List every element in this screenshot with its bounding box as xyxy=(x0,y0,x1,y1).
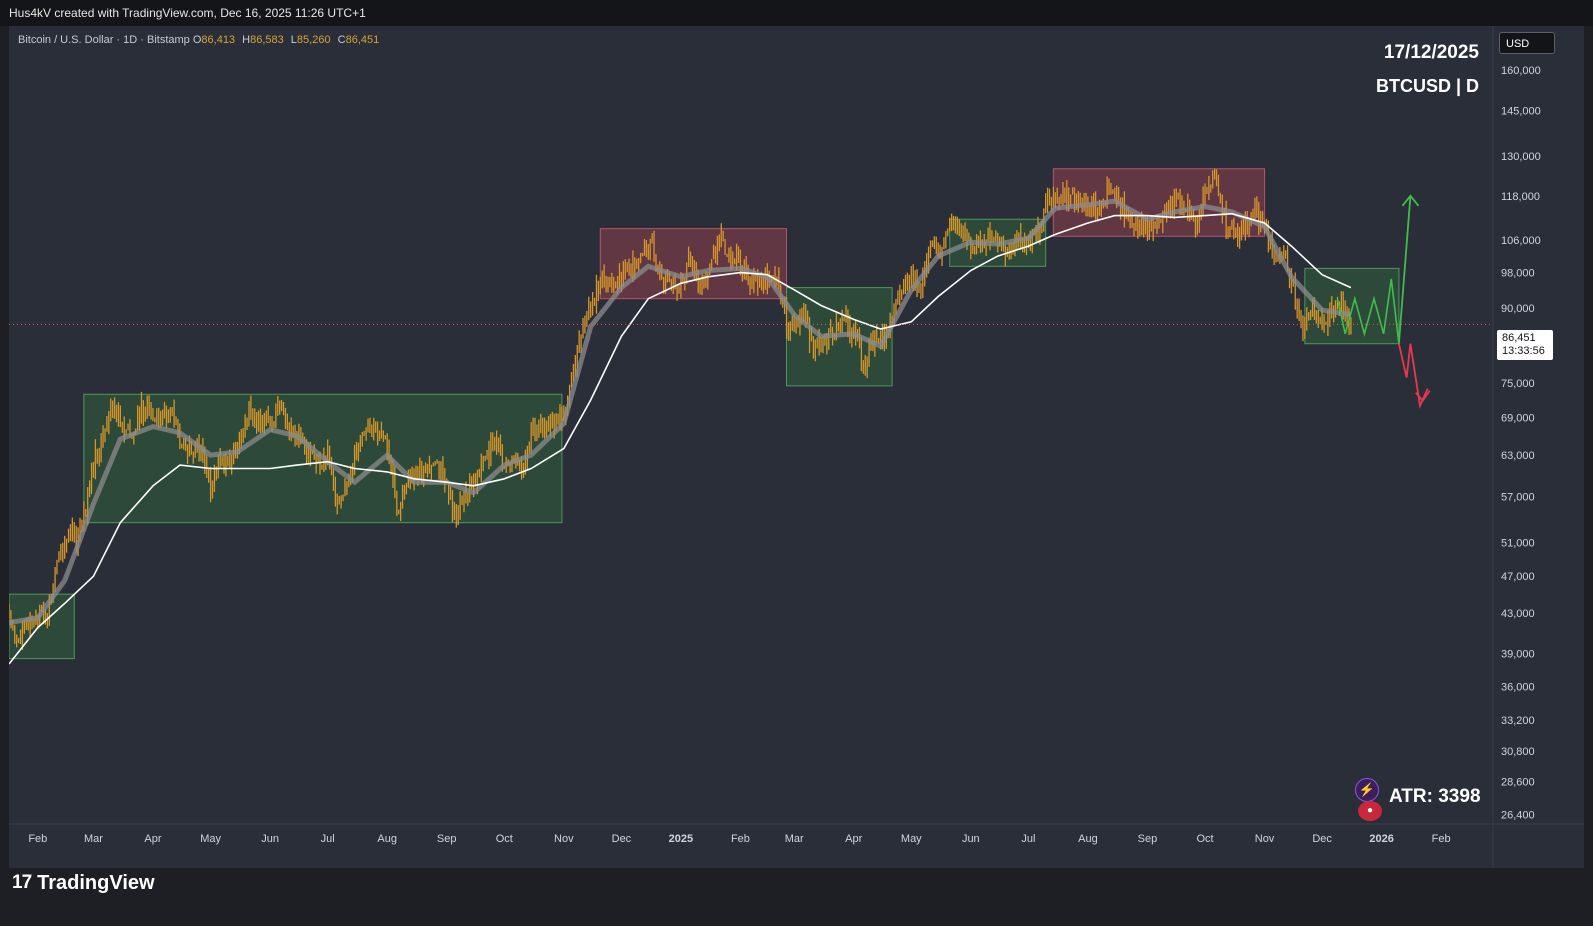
open-value: 86,413 xyxy=(201,34,236,46)
attribution-bar: Hus4kV created with TradingView.com, Dec… xyxy=(0,0,1593,26)
x-tick-label: 2026 xyxy=(1369,833,1393,845)
high-label: H xyxy=(242,34,251,46)
last-price-value: 86,451 xyxy=(1502,332,1536,344)
high-value: 86,583 xyxy=(250,34,284,46)
chart-frame[interactable]: 160,000 145,000 130,000 118,000 106,000 98,00… xyxy=(9,26,1584,868)
y-tick-label: 106,000 xyxy=(1501,235,1541,247)
x-tick-label: 2025 xyxy=(669,833,693,845)
x-tick-label: Feb xyxy=(1432,833,1451,845)
y-tick-label: 145,000 xyxy=(1501,106,1541,118)
lightning-icon[interactable]: ⚡ xyxy=(1355,778,1379,802)
symbol-description: Bitcoin / U.S. Dollar · 1D · Bitstamp xyxy=(18,34,190,46)
x-tick-label: Jul xyxy=(321,833,335,845)
atr-label: ATR: 3398 xyxy=(1389,786,1481,807)
y-tick-label: 75,000 xyxy=(1501,378,1535,390)
y-tick-label: 63,000 xyxy=(1501,450,1535,462)
x-tick-label: Jun xyxy=(261,833,279,845)
x-tick-label: Mar xyxy=(785,833,804,845)
bar-countdown: 13:33:56 xyxy=(1502,345,1545,357)
y-tick-label: 30,800 xyxy=(1501,746,1535,758)
y-tick-label: 51,000 xyxy=(1501,537,1535,549)
y-tick-label: 118,000 xyxy=(1501,191,1540,203)
y-tick-label: 90,000 xyxy=(1501,303,1535,315)
tradingview-brand[interactable]: 17 TradingView xyxy=(12,872,155,894)
close-label: C xyxy=(337,34,346,46)
last-price-tag: 86,451 13:33:56 xyxy=(1497,330,1553,360)
x-tick-label: Dec xyxy=(1312,833,1332,845)
y-tick-label: 69,000 xyxy=(1501,413,1535,425)
overlay-date: 17/12/2025 xyxy=(1383,42,1479,63)
y-tick-label: 43,000 xyxy=(1501,608,1535,620)
y-tick-label: 160,000 xyxy=(1501,65,1541,77)
x-tick-label: Dec xyxy=(612,833,632,845)
y-tick-label: 33,200 xyxy=(1501,715,1535,727)
distribution-zone-2 xyxy=(599,228,788,300)
y-tick-label: 130,000 xyxy=(1501,151,1541,163)
x-tick-label: Oct xyxy=(496,833,513,845)
x-tick-label: Nov xyxy=(554,833,574,845)
x-tick-label: Feb xyxy=(28,833,47,845)
y-tick-label: 28,600 xyxy=(1501,776,1535,788)
x-tick-label: Jun xyxy=(962,833,980,845)
x-tick-label: Sep xyxy=(437,833,457,845)
x-tick-label: Feb xyxy=(731,833,750,845)
currency-button[interactable]: USD xyxy=(1499,32,1555,54)
x-tick-label: Apr xyxy=(845,833,862,845)
x-tick-label: May xyxy=(200,833,221,845)
tradingview-logo: 17 xyxy=(12,872,32,893)
x-tick-label: Jul xyxy=(1021,833,1035,845)
overlay-pair: BTCUSD | D xyxy=(1375,76,1479,96)
y-tick-label: 39,000 xyxy=(1501,648,1535,660)
low-label: L xyxy=(290,34,297,46)
y-tick-label: 47,000 xyxy=(1501,571,1535,583)
y-tick-label: 98,000 xyxy=(1501,268,1535,280)
x-tick-label: Aug xyxy=(377,833,397,845)
low-value: 85,260 xyxy=(296,34,331,46)
attribution-text: Hus4kV created with TradingView.com, Dec… xyxy=(9,6,366,20)
y-tick-label: 57,000 xyxy=(1501,491,1535,503)
y-tick-label: 36,000 xyxy=(1501,681,1535,693)
x-tick-label: Apr xyxy=(144,833,161,845)
us-flag-icon[interactable]: ● xyxy=(1358,801,1382,821)
x-tick-label: Sep xyxy=(1138,833,1158,845)
tradingview-name: TradingView xyxy=(37,871,155,894)
price-chart[interactable]: 160,000 145,000 130,000 118,000 106,000 98,00… xyxy=(9,26,1584,868)
y-tick-label: 26,400 xyxy=(1501,810,1535,822)
x-tick-label: Mar xyxy=(84,833,103,845)
x-tick-label: Oct xyxy=(1196,833,1213,845)
x-tick-label: Aug xyxy=(1078,833,1098,845)
x-tick-label: Nov xyxy=(1255,833,1275,845)
x-tick-label: May xyxy=(901,833,922,845)
symbol-legend[interactable]: Bitcoin / U.S. Dollar · 1D · Bitstamp O8… xyxy=(18,34,383,46)
close-value: 86,451 xyxy=(345,34,380,46)
